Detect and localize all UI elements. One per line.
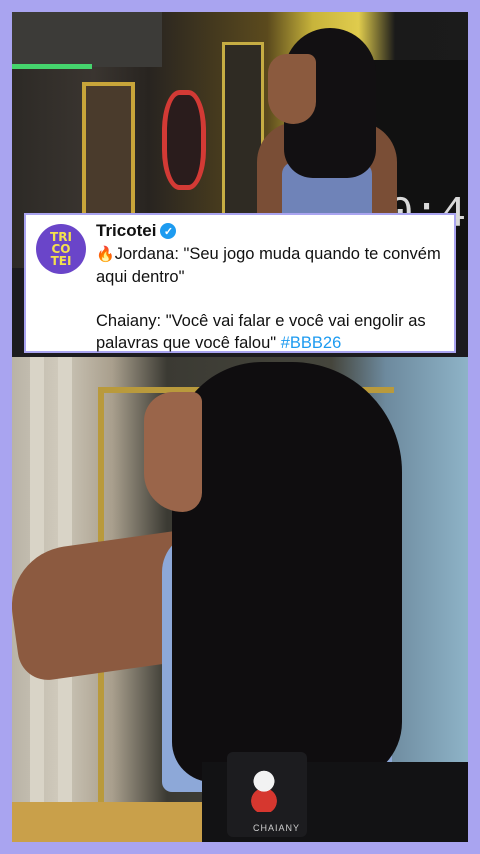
background-shelf (12, 12, 162, 67)
bottom-video-scene: CHAIANY (12, 357, 468, 842)
verified-badge-icon: ✓ (160, 223, 177, 239)
person-top-face (268, 54, 316, 124)
tweet-line-2: Chaiany: "Você vai falar e você vai engo… (96, 310, 448, 354)
author-row: Tricotei ✓ (96, 221, 177, 241)
green-light (12, 64, 92, 69)
background-door (82, 82, 135, 230)
person-bottom-face (144, 392, 202, 512)
microphone-pack: CHAIANY (227, 752, 307, 837)
mic-logo-icon (249, 768, 279, 812)
mic-label: CHAIANY (253, 823, 301, 833)
tweet-line-2-text: Chaiany: "Você vai falar e você vai engo… (96, 312, 426, 352)
tweet-line-1: 🔥Jordana: "Seu jogo muda quando te convé… (96, 243, 448, 288)
avatar-text-3: TEI (50, 254, 72, 268)
video-frame[interactable]: 0:4 CHAIANY (12, 12, 468, 842)
tweet-body: 🔥Jordana: "Seu jogo muda quando te convé… (96, 243, 448, 354)
hashtag-link[interactable]: #BBB26 (281, 334, 342, 352)
tweet-card[interactable]: TRI CO TEI Tricotei ✓ 🔥Jordana: "Seu jog… (24, 213, 456, 353)
red-ring-decoration (162, 90, 206, 190)
tweet-line-1-text: Jordana: "Seu jogo muda quando te convém… (96, 245, 441, 286)
author-name[interactable]: Tricotei (96, 221, 156, 241)
fire-icon: 🔥 (96, 246, 115, 263)
author-avatar[interactable]: TRI CO TEI (36, 224, 86, 274)
person-bottom-hair (172, 362, 402, 782)
